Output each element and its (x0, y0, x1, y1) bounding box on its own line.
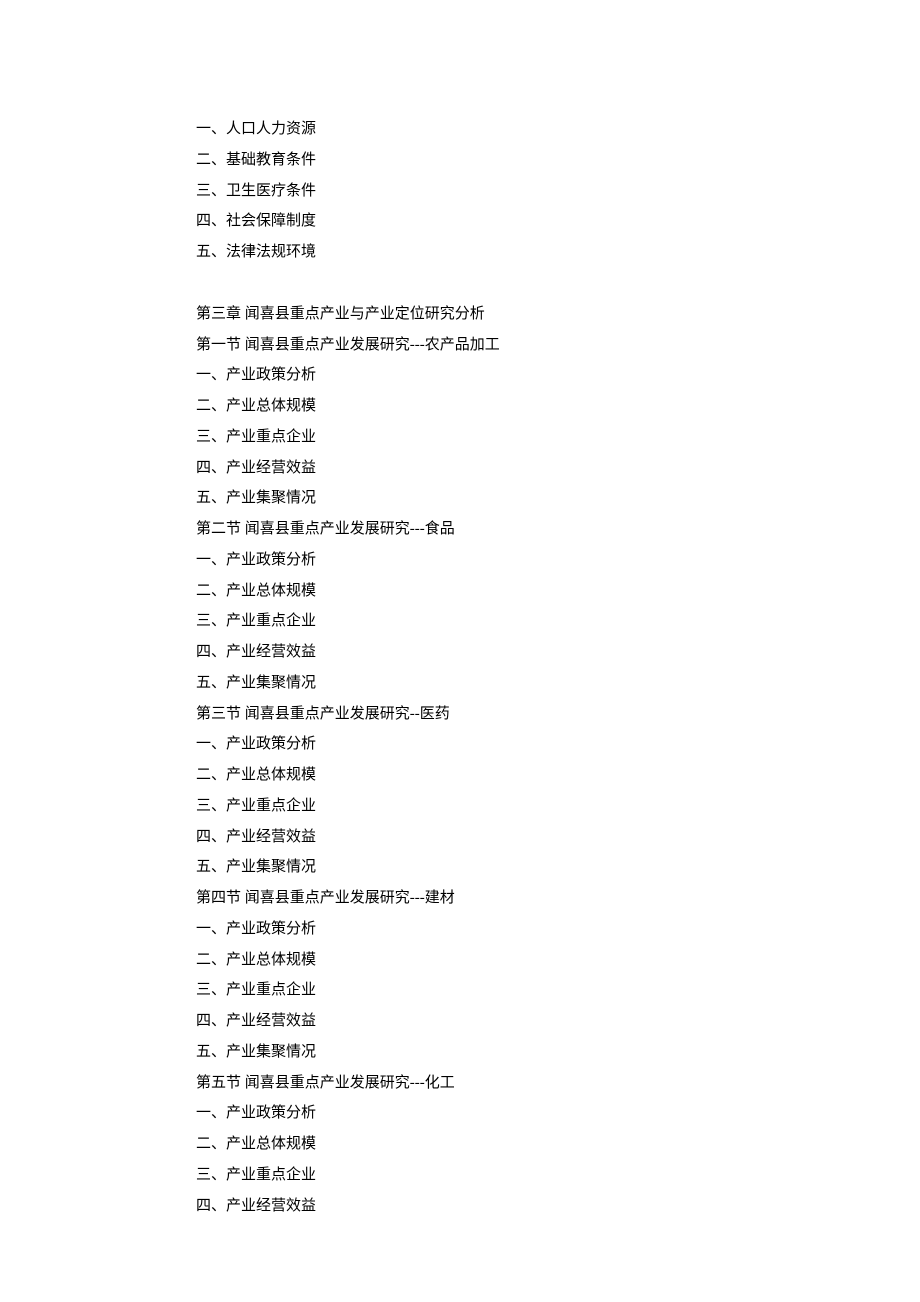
toc-line: 三、卫生医疗条件 (196, 176, 750, 207)
toc-line: 第二节 闻喜县重点产业发展研究---食品 (196, 514, 750, 545)
toc-line: 第一节 闻喜县重点产业发展研究---农产品加工 (196, 330, 750, 361)
toc-line: 一、产业政策分析 (196, 1098, 750, 1129)
toc-line: 四、产业经营效益 (196, 822, 750, 853)
toc-line: 一、产业政策分析 (196, 914, 750, 945)
toc-line: 二、产业总体规模 (196, 945, 750, 976)
toc-line: 第三节 闻喜县重点产业发展研究--医药 (196, 699, 750, 730)
toc-line: 三、产业重点企业 (196, 1160, 750, 1191)
toc-line: 五、产业集聚情况 (196, 1037, 750, 1068)
toc-line: 三、产业重点企业 (196, 791, 750, 822)
toc-line: 一、产业政策分析 (196, 729, 750, 760)
toc-line: 第五节 闻喜县重点产业发展研究---化工 (196, 1068, 750, 1099)
toc-line: 三、产业重点企业 (196, 606, 750, 637)
toc-line: 一、产业政策分析 (196, 360, 750, 391)
toc-line: 四、产业经营效益 (196, 453, 750, 484)
toc-line: 二、产业总体规模 (196, 1129, 750, 1160)
toc-line: 四、社会保障制度 (196, 206, 750, 237)
toc-line: 三、产业重点企业 (196, 975, 750, 1006)
toc-line: 一、产业政策分析 (196, 545, 750, 576)
toc-line: 五、产业集聚情况 (196, 852, 750, 883)
toc-line: 二、基础教育条件 (196, 145, 750, 176)
toc-line: 三、产业重点企业 (196, 422, 750, 453)
toc-line: 五、产业集聚情况 (196, 668, 750, 699)
toc-line: 四、产业经营效益 (196, 637, 750, 668)
toc-line: 第四节 闻喜县重点产业发展研究---建材 (196, 883, 750, 914)
toc-line: 一、人口人力资源 (196, 114, 750, 145)
toc-line: 二、产业总体规模 (196, 391, 750, 422)
toc-line: 五、法律法规环境 (196, 237, 750, 268)
toc-line: 二、产业总体规模 (196, 760, 750, 791)
blank-line (196, 268, 750, 299)
toc-container: 一、人口人力资源二、基础教育条件三、卫生医疗条件四、社会保障制度五、法律法规环境… (196, 114, 750, 1221)
toc-line: 五、产业集聚情况 (196, 483, 750, 514)
toc-line: 四、产业经营效益 (196, 1191, 750, 1222)
toc-line: 四、产业经营效益 (196, 1006, 750, 1037)
toc-line: 二、产业总体规模 (196, 576, 750, 607)
toc-line: 第三章 闻喜县重点产业与产业定位研究分析 (196, 299, 750, 330)
